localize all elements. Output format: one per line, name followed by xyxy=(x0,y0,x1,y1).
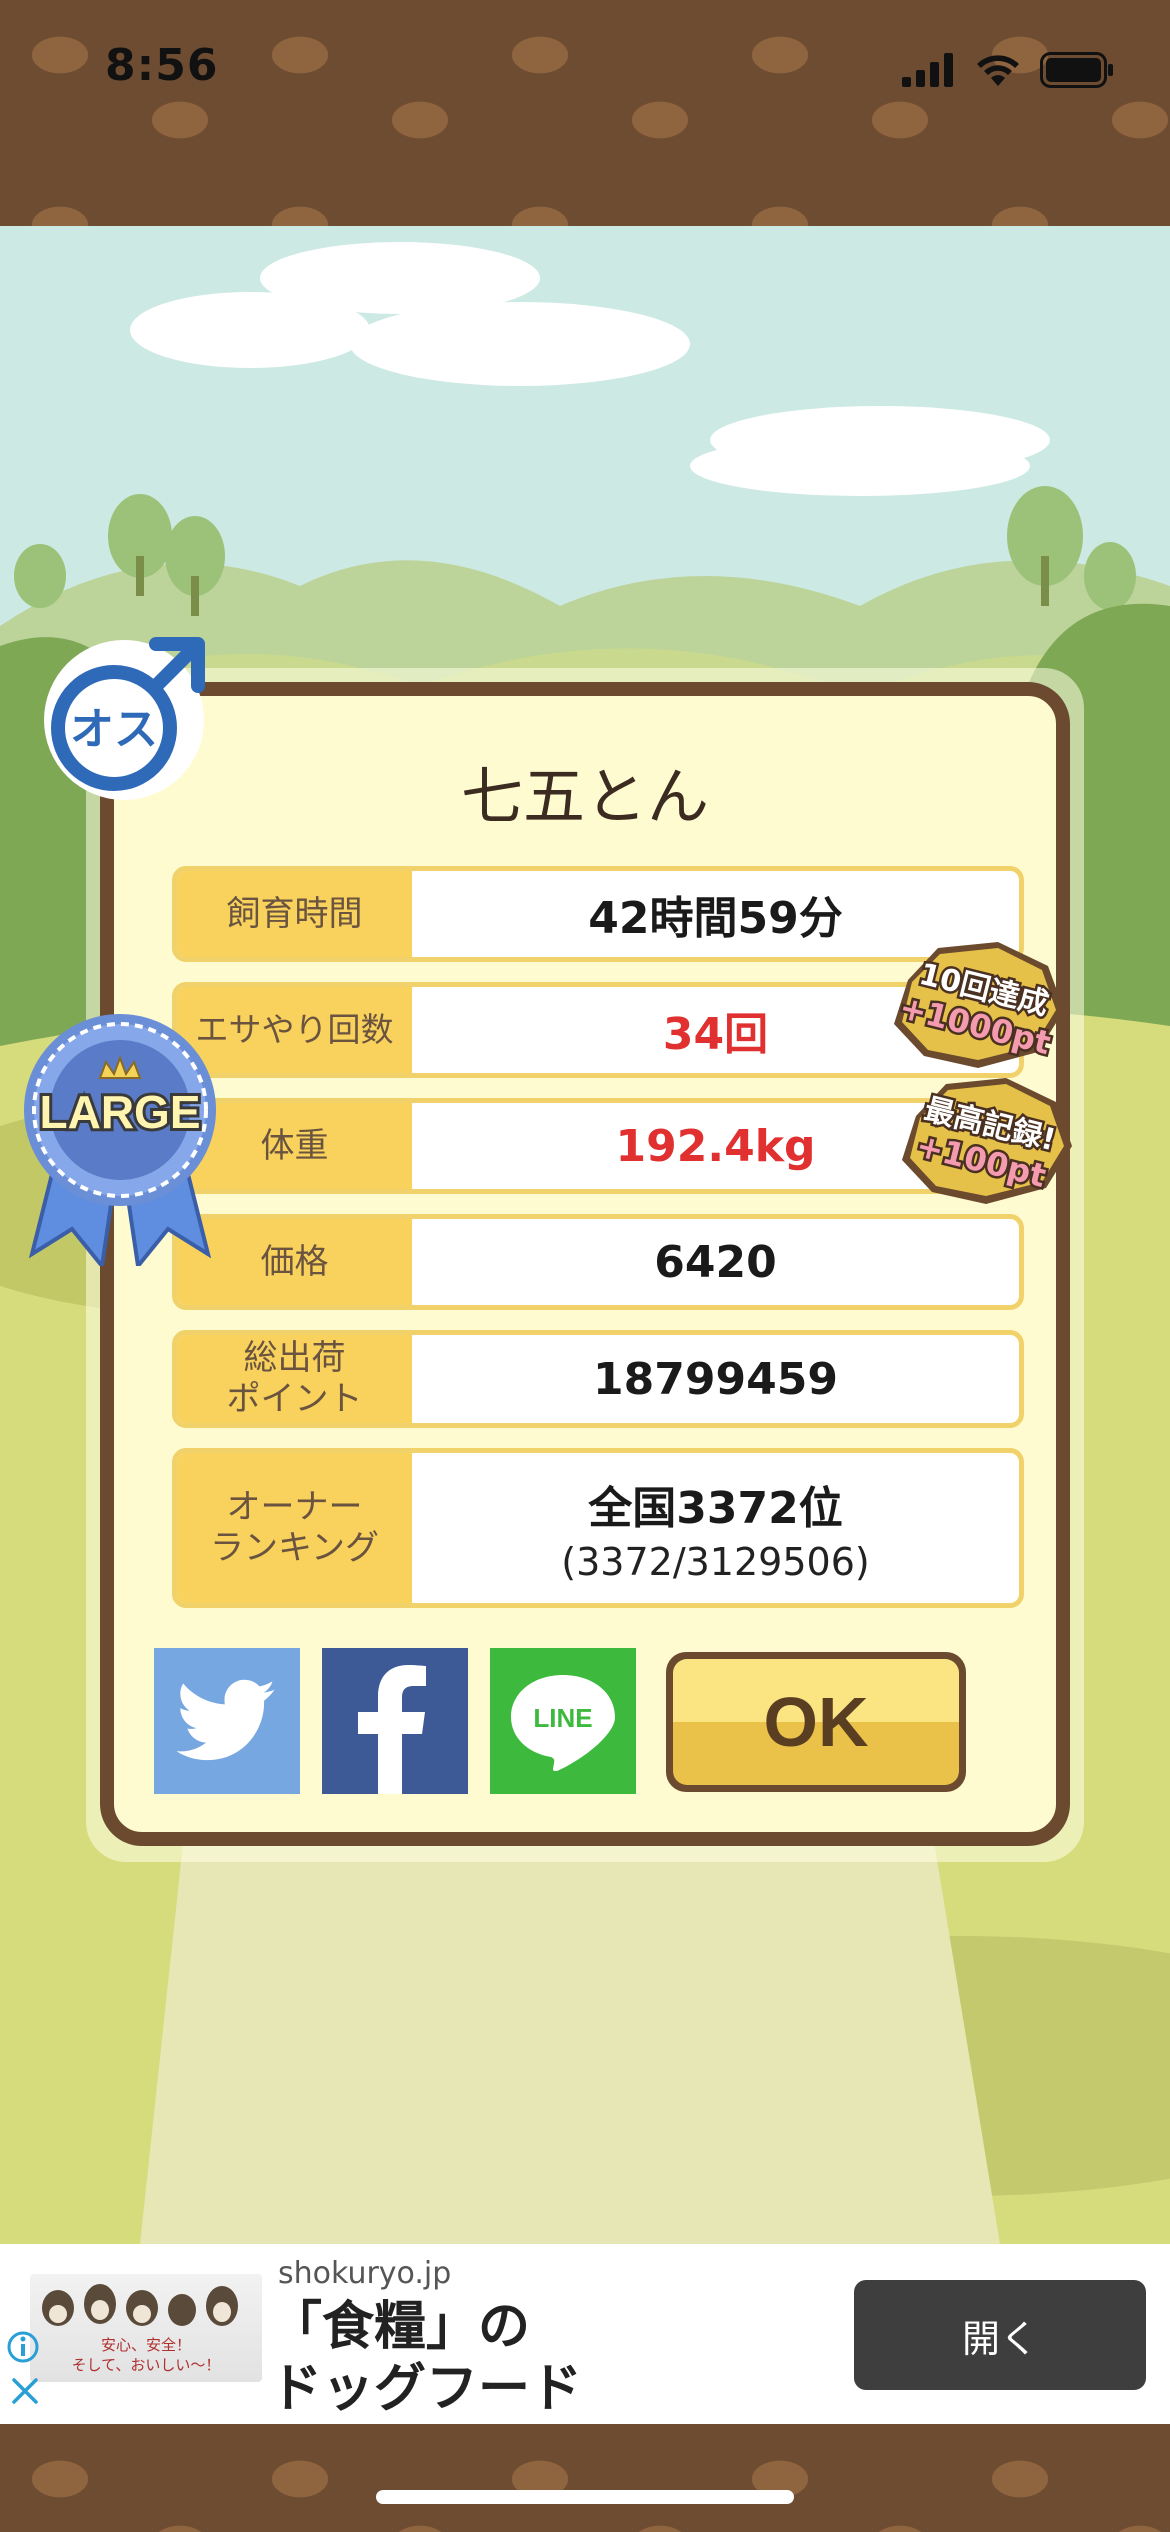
stat-value: 18799459 xyxy=(593,1353,838,1405)
status-time: 8:56 xyxy=(105,40,219,91)
line-label: LINE xyxy=(533,1703,592,1733)
ad-banner[interactable]: 安心、安全！ そして、おいしい〜！ shokuryo.jp 「食糧」の ドッグフ… xyxy=(0,2244,1170,2424)
stat-value: 6420 xyxy=(654,1236,777,1288)
twitter-share-button[interactable] xyxy=(154,1648,300,1794)
size-label: LARGE xyxy=(40,1086,201,1138)
ranking-detail: (3372/3129506) xyxy=(561,1540,870,1584)
dogs-image-icon xyxy=(42,2284,238,2326)
bottom-pattern-strip xyxy=(0,2424,1170,2532)
stat-label: オーナー ランキング xyxy=(177,1453,412,1603)
ad-info-icon[interactable] xyxy=(6,2330,40,2364)
stat-value-group: 全国3372位 (3372/3129506) xyxy=(412,1453,1019,1603)
male-gender-badge: オス xyxy=(44,637,205,800)
stat-row-price: 価格 6420 xyxy=(172,1214,1024,1310)
stat-label: 飼育時間 xyxy=(177,871,412,957)
ad-title: 「食糧」の ドッグフード xyxy=(270,2297,583,2420)
award-badge-feed-count: 10回達成 +1000pt xyxy=(893,942,1064,1068)
ad-image-text: 安心、安全！ そして、おいしい〜！ xyxy=(71,2336,221,2374)
line-share-button[interactable]: LINE xyxy=(490,1648,636,1794)
status-icons xyxy=(902,52,1114,88)
facebook-f-icon xyxy=(358,1665,426,1794)
stat-row-owner-ranking: オーナー ランキング 全国3372位 (3372/3129506) xyxy=(172,1448,1024,1608)
ok-button[interactable]: OK xyxy=(666,1652,966,1792)
ad-close-icon[interactable] xyxy=(8,2374,42,2408)
battery-icon xyxy=(1040,52,1113,88)
facebook-share-button[interactable] xyxy=(322,1648,468,1794)
stat-label: 総出荷 ポイント xyxy=(177,1335,412,1423)
ok-label: OK xyxy=(673,1659,959,1785)
stat-row-shipping-points: 総出荷 ポイント 18799459 xyxy=(172,1330,1024,1428)
large-size-ribbon: LARGE xyxy=(24,1014,216,1266)
ad-domain: shokuryo.jp xyxy=(278,2256,452,2291)
ranking-value: 全国3372位 xyxy=(588,1483,843,1534)
status-bar: 8:56 xyxy=(0,0,1170,226)
ad-image: 安心、安全！ そして、おいしい〜！ xyxy=(30,2274,262,2382)
home-indicator[interactable] xyxy=(376,2490,794,2504)
award-badge-record: 最高記録! +100pt xyxy=(902,1078,1072,1204)
line-icon: LINE xyxy=(511,1675,615,1771)
crown-icon xyxy=(98,1055,142,1079)
signal-icon xyxy=(902,53,953,87)
ad-open-button[interactable]: 開く xyxy=(854,2280,1146,2390)
result-panel: 七五とん 飼育時間 42時間59分 エサやり回数 34回 体重 192.4kg … xyxy=(100,682,1070,1846)
twitter-bird-icon xyxy=(177,1679,276,1761)
gender-label: オス xyxy=(70,704,158,755)
pig-name: 七五とん xyxy=(460,760,709,833)
wifi-icon xyxy=(977,55,1019,86)
